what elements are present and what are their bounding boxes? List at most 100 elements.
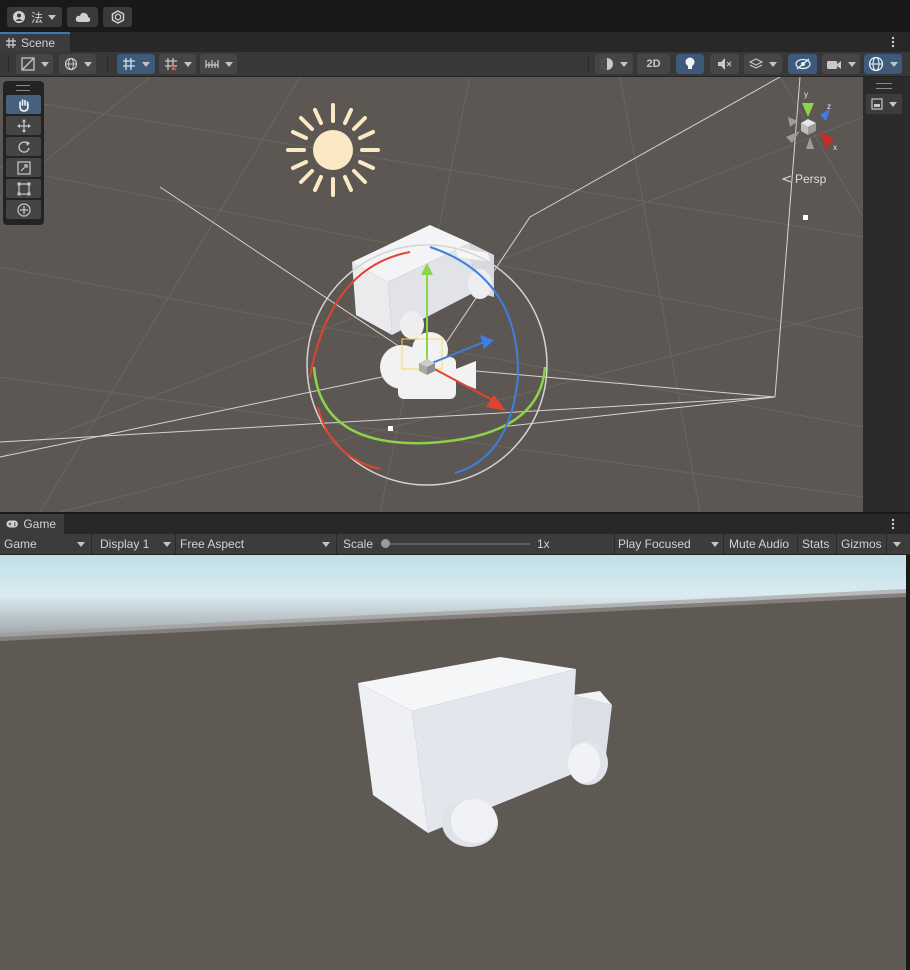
tab-scene[interactable]: Scene — [0, 32, 70, 52]
game-view-border — [906, 555, 910, 970]
chevron-down-icon — [620, 61, 628, 67]
game-toolbar: Game Display 1 Free Aspect Scale 1x Play… — [0, 534, 910, 555]
grid-icon — [123, 58, 135, 70]
chevron-down-icon — [40, 61, 49, 67]
aspect-dropdown[interactable]: Free Aspect — [176, 534, 337, 554]
drag-handle[interactable] — [16, 85, 30, 91]
account-label: 法 — [30, 10, 43, 25]
effects-dropdown[interactable] — [744, 54, 782, 74]
lighting-toggle[interactable] — [676, 54, 704, 74]
save-icon — [871, 98, 883, 110]
increment-snapping-dropdown[interactable] — [200, 54, 237, 74]
collab-icon — [111, 10, 124, 24]
camera-settings-dropdown[interactable] — [822, 54, 860, 74]
chevron-down-icon — [142, 61, 150, 67]
play-mode-label: Play Focused — [618, 537, 691, 551]
transform-tool-button[interactable] — [6, 200, 41, 219]
scale-label: Scale — [343, 537, 374, 551]
gizmo-z-label: z — [827, 102, 831, 111]
directional-light-sun-icon[interactable] — [286, 103, 380, 197]
chevron-down-icon — [890, 61, 898, 67]
scale-value: 1x — [537, 537, 550, 551]
rect-transform-icon — [17, 182, 30, 195]
view-options-dropdown[interactable] — [866, 94, 902, 114]
projection-toggle[interactable]: Persp — [782, 172, 826, 186]
gizmo-globe-icon — [868, 56, 884, 72]
game-render — [0, 555, 906, 970]
game-viewport[interactable] — [0, 555, 906, 970]
mute-audio-toggle[interactable]: Mute Audio — [724, 534, 798, 554]
chevron-down-icon — [224, 61, 233, 67]
audio-mute-icon — [717, 58, 731, 70]
sphere-shading-icon — [601, 58, 613, 70]
tab-game-label: Game — [23, 517, 56, 531]
account-dropdown[interactable]: 法 — [7, 7, 62, 27]
scene-visibility-dropdown[interactable] — [59, 54, 96, 74]
audio-toggle[interactable] — [710, 54, 739, 74]
transform-icon — [16, 202, 31, 217]
more-options-icon[interactable] — [890, 518, 896, 530]
draw-mode-dropdown[interactable] — [16, 54, 53, 74]
scene-viewport[interactable]: y z x Persp — [0, 77, 863, 512]
display-dropdown[interactable]: Display 1 — [96, 534, 176, 554]
drag-handle[interactable] — [876, 83, 892, 89]
stats-toggle[interactable]: Stats — [798, 534, 837, 554]
mode-2d-toggle[interactable]: 2D — [637, 54, 670, 74]
ruler-icon — [204, 60, 219, 68]
aspect-label: Free Aspect — [180, 537, 245, 551]
tools-overlay — [3, 81, 44, 225]
chevron-down-icon — [322, 542, 330, 547]
account-icon — [12, 11, 25, 23]
perspective-icon — [782, 175, 792, 183]
top-toolbar: 法 — [0, 0, 910, 32]
shading-dropdown[interactable] — [595, 54, 633, 74]
scene-render — [0, 77, 863, 512]
cloud-button[interactable] — [67, 7, 98, 27]
scale-tool-button[interactable] — [6, 158, 41, 177]
hand-icon — [18, 98, 29, 112]
truck-model[interactable] — [352, 225, 494, 339]
orientation-gizmo[interactable]: y z x — [776, 87, 846, 167]
lightbulb-icon — [685, 57, 695, 69]
overlay-side-strip — [863, 77, 910, 512]
move-arrows-icon — [16, 118, 31, 133]
globe-icon — [64, 57, 77, 71]
scale-icon — [16, 160, 31, 175]
eye-hidden-icon — [794, 58, 811, 70]
gizmo-x-label: x — [833, 143, 837, 152]
play-mode-dropdown[interactable]: Play Focused — [615, 534, 724, 554]
scale-slider-track[interactable] — [385, 543, 530, 545]
hand-tool-button[interactable] — [6, 95, 41, 114]
gizmo-y-label: y — [804, 90, 808, 99]
game-tab-bar: Game — [0, 514, 910, 534]
gizmos-dropdown-arrow[interactable] — [887, 534, 907, 554]
grid-snap-icon — [164, 58, 177, 71]
video-camera-icon — [827, 60, 841, 69]
grid-snapping-toggle[interactable] — [159, 54, 196, 74]
tab-game[interactable]: Game — [0, 514, 64, 534]
grid-hash-icon — [6, 38, 16, 48]
shading-mode-icon — [20, 57, 35, 71]
chevron-down-icon — [183, 61, 192, 67]
gizmos-dropdown[interactable] — [864, 54, 902, 74]
tab-scene-label: Scene — [21, 36, 56, 50]
chevron-down-icon — [77, 542, 85, 547]
frustum-handle[interactable] — [803, 215, 808, 220]
scale-slider-thumb[interactable] — [381, 539, 390, 548]
hidden-objects-toggle[interactable] — [788, 54, 817, 74]
chevron-down-icon — [83, 61, 92, 67]
collab-button[interactable] — [103, 7, 132, 27]
chevron-down-icon — [769, 61, 777, 67]
rect-tool-button[interactable] — [6, 179, 41, 198]
rotate-tool-button[interactable] — [6, 137, 41, 156]
chevron-down-icon — [48, 14, 56, 20]
gizmos-toggle[interactable]: Gizmos — [837, 534, 887, 554]
projection-label: Persp — [795, 172, 827, 186]
frustum-handle[interactable] — [388, 426, 393, 431]
view-mode-dropdown[interactable]: Game — [0, 534, 92, 554]
rotate-icon — [17, 140, 30, 153]
gamepad-icon — [6, 520, 18, 528]
grid-visibility-toggle[interactable] — [117, 54, 155, 74]
move-tool-button[interactable] — [6, 116, 41, 135]
more-options-icon[interactable] — [890, 36, 896, 48]
